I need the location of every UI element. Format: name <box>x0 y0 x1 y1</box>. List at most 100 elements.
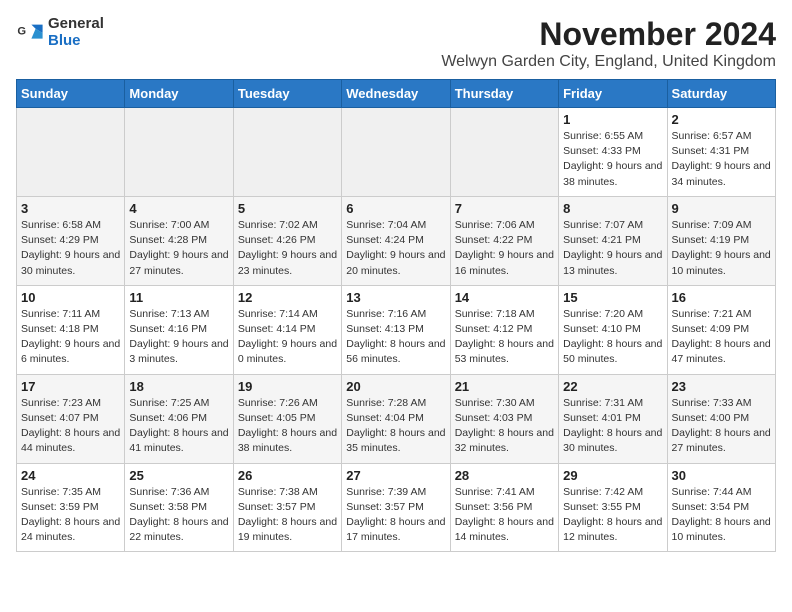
day-info: Sunrise: 7:33 AM Sunset: 4:00 PM Dayligh… <box>672 396 771 457</box>
day-info: Sunrise: 6:57 AM Sunset: 4:31 PM Dayligh… <box>672 129 771 190</box>
day-cell <box>17 108 125 197</box>
week-row-2: 3Sunrise: 6:58 AM Sunset: 4:29 PM Daylig… <box>17 196 776 285</box>
day-cell: 29Sunrise: 7:42 AM Sunset: 3:55 PM Dayli… <box>559 463 667 552</box>
day-number: 12 <box>238 290 337 305</box>
day-cell: 28Sunrise: 7:41 AM Sunset: 3:56 PM Dayli… <box>450 463 558 552</box>
col-header-saturday: Saturday <box>667 80 775 108</box>
day-info: Sunrise: 7:02 AM Sunset: 4:26 PM Dayligh… <box>238 218 337 279</box>
col-header-monday: Monday <box>125 80 233 108</box>
day-cell: 2 Sunrise: 6:57 AM Sunset: 4:31 PM Daylig… <box>667 108 775 197</box>
header: G General Blue November 2024 Welwyn Gard… <box>16 16 776 71</box>
day-cell: 12 Sunrise: 7:14 AM Sunset: 4:14 PM Dayli… <box>233 285 341 374</box>
day-info: Sunrise: 7:42 AM Sunset: 3:55 PM Dayligh… <box>563 485 662 546</box>
day-cell: 3Sunrise: 6:58 AM Sunset: 4:29 PM Daylig… <box>17 196 125 285</box>
day-number: 22 <box>563 379 662 394</box>
day-info: Sunrise: 7:25 AM Sunset: 4:06 PM Dayligh… <box>129 396 228 457</box>
day-info: Sunrise: 7:09 AM Sunset: 4:19 PM Dayligh… <box>672 218 771 279</box>
logo-blue: Blue <box>48 33 104 50</box>
day-number: 8 <box>563 201 662 216</box>
day-number: 14 <box>455 290 554 305</box>
day-info: Sunrise: 7:18 AM Sunset: 4:12 PM Dayligh… <box>455 307 554 368</box>
day-info: Sunrise: 7:35 AM Sunset: 3:59 PM Dayligh… <box>21 485 120 546</box>
day-number: 26 <box>238 468 337 483</box>
day-number: 9 <box>672 201 771 216</box>
col-header-wednesday: Wednesday <box>342 80 450 108</box>
day-number: 24 <box>21 468 120 483</box>
day-number: 3 <box>21 201 120 216</box>
subtitle: Welwyn Garden City, England, United King… <box>441 53 776 71</box>
day-info: Sunrise: 7:04 AM Sunset: 4:24 PM Dayligh… <box>346 218 445 279</box>
main-title: November 2024 <box>441 16 776 53</box>
day-cell: 21 Sunrise: 7:30 AM Sunset: 4:03 PM Dayli… <box>450 374 558 463</box>
header-row: SundayMondayTuesdayWednesdayThursdayFrid… <box>17 80 776 108</box>
day-info: Sunrise: 6:55 AM Sunset: 4:33 PM Dayligh… <box>563 129 662 190</box>
day-cell: 16 Sunrise: 7:21 AM Sunset: 4:09 PM Dayli… <box>667 285 775 374</box>
day-number: 21 <box>455 379 554 394</box>
day-cell: 8 Sunrise: 7:07 AM Sunset: 4:21 PM Daylig… <box>559 196 667 285</box>
day-number: 15 <box>563 290 662 305</box>
day-number: 19 <box>238 379 337 394</box>
title-block: November 2024 Welwyn Garden City, Englan… <box>441 16 776 71</box>
day-cell: 9 Sunrise: 7:09 AM Sunset: 4:19 PM Daylig… <box>667 196 775 285</box>
day-cell: 11Sunrise: 7:13 AM Sunset: 4:16 PM Dayli… <box>125 285 233 374</box>
day-info: Sunrise: 7:07 AM Sunset: 4:21 PM Dayligh… <box>563 218 662 279</box>
day-number: 20 <box>346 379 445 394</box>
day-info: Sunrise: 7:00 AM Sunset: 4:28 PM Dayligh… <box>129 218 228 279</box>
day-cell: 19 Sunrise: 7:26 AM Sunset: 4:05 PM Dayli… <box>233 374 341 463</box>
day-info: Sunrise: 7:13 AM Sunset: 4:16 PM Dayligh… <box>129 307 228 368</box>
col-header-sunday: Sunday <box>17 80 125 108</box>
day-cell: 25Sunrise: 7:36 AM Sunset: 3:58 PM Dayli… <box>125 463 233 552</box>
week-row-4: 17 Sunrise: 7:23 AM Sunset: 4:07 PM Dayli… <box>17 374 776 463</box>
logo: G General Blue <box>16 16 104 49</box>
day-number: 25 <box>129 468 228 483</box>
day-number: 18 <box>129 379 228 394</box>
day-cell: 14 Sunrise: 7:18 AM Sunset: 4:12 PM Dayli… <box>450 285 558 374</box>
day-cell <box>342 108 450 197</box>
week-row-3: 10 Sunrise: 7:11 AM Sunset: 4:18 PM Dayli… <box>17 285 776 374</box>
day-info: Sunrise: 7:06 AM Sunset: 4:22 PM Dayligh… <box>455 218 554 279</box>
day-number: 2 <box>672 112 771 127</box>
week-row-5: 24 Sunrise: 7:35 AM Sunset: 3:59 PM Dayli… <box>17 463 776 552</box>
day-cell: 22Sunrise: 7:31 AM Sunset: 4:01 PM Dayli… <box>559 374 667 463</box>
day-number: 5 <box>238 201 337 216</box>
day-cell: 7Sunrise: 7:06 AM Sunset: 4:22 PM Daylig… <box>450 196 558 285</box>
day-info: Sunrise: 7:23 AM Sunset: 4:07 PM Dayligh… <box>21 396 120 457</box>
day-number: 6 <box>346 201 445 216</box>
day-info: Sunrise: 7:11 AM Sunset: 4:18 PM Dayligh… <box>21 307 120 368</box>
day-cell: 30Sunrise: 7:44 AM Sunset: 3:54 PM Dayli… <box>667 463 775 552</box>
day-number: 13 <box>346 290 445 305</box>
day-cell: 23 Sunrise: 7:33 AM Sunset: 4:00 PM Dayli… <box>667 374 775 463</box>
week-row-1: 1 Sunrise: 6:55 AM Sunset: 4:33 PM Daylig… <box>17 108 776 197</box>
day-cell <box>450 108 558 197</box>
day-info: Sunrise: 7:21 AM Sunset: 4:09 PM Dayligh… <box>672 307 771 368</box>
day-cell: 27 Sunrise: 7:39 AM Sunset: 3:57 PM Dayli… <box>342 463 450 552</box>
day-info: Sunrise: 7:30 AM Sunset: 4:03 PM Dayligh… <box>455 396 554 457</box>
day-number: 17 <box>21 379 120 394</box>
day-info: Sunrise: 7:26 AM Sunset: 4:05 PM Dayligh… <box>238 396 337 457</box>
day-cell: 5 Sunrise: 7:02 AM Sunset: 4:26 PM Daylig… <box>233 196 341 285</box>
col-header-friday: Friday <box>559 80 667 108</box>
day-number: 16 <box>672 290 771 305</box>
svg-text:G: G <box>17 25 26 37</box>
logo-icon: G <box>16 19 44 47</box>
day-cell: 6 Sunrise: 7:04 AM Sunset: 4:24 PM Daylig… <box>342 196 450 285</box>
day-number: 27 <box>346 468 445 483</box>
day-cell: 17 Sunrise: 7:23 AM Sunset: 4:07 PM Dayli… <box>17 374 125 463</box>
col-header-thursday: Thursday <box>450 80 558 108</box>
day-cell: 4 Sunrise: 7:00 AM Sunset: 4:28 PM Daylig… <box>125 196 233 285</box>
day-info: Sunrise: 7:16 AM Sunset: 4:13 PM Dayligh… <box>346 307 445 368</box>
day-cell: 24 Sunrise: 7:35 AM Sunset: 3:59 PM Dayli… <box>17 463 125 552</box>
day-cell: 10 Sunrise: 7:11 AM Sunset: 4:18 PM Dayli… <box>17 285 125 374</box>
day-info: Sunrise: 7:41 AM Sunset: 3:56 PM Dayligh… <box>455 485 554 546</box>
day-number: 23 <box>672 379 771 394</box>
day-info: Sunrise: 7:20 AM Sunset: 4:10 PM Dayligh… <box>563 307 662 368</box>
day-info: Sunrise: 7:28 AM Sunset: 4:04 PM Dayligh… <box>346 396 445 457</box>
logo-general: General <box>48 16 104 33</box>
col-header-tuesday: Tuesday <box>233 80 341 108</box>
day-info: Sunrise: 7:39 AM Sunset: 3:57 PM Dayligh… <box>346 485 445 546</box>
day-number: 1 <box>563 112 662 127</box>
day-info: Sunrise: 7:14 AM Sunset: 4:14 PM Dayligh… <box>238 307 337 368</box>
day-cell: 15 Sunrise: 7:20 AM Sunset: 4:10 PM Dayli… <box>559 285 667 374</box>
day-number: 4 <box>129 201 228 216</box>
day-number: 10 <box>21 290 120 305</box>
